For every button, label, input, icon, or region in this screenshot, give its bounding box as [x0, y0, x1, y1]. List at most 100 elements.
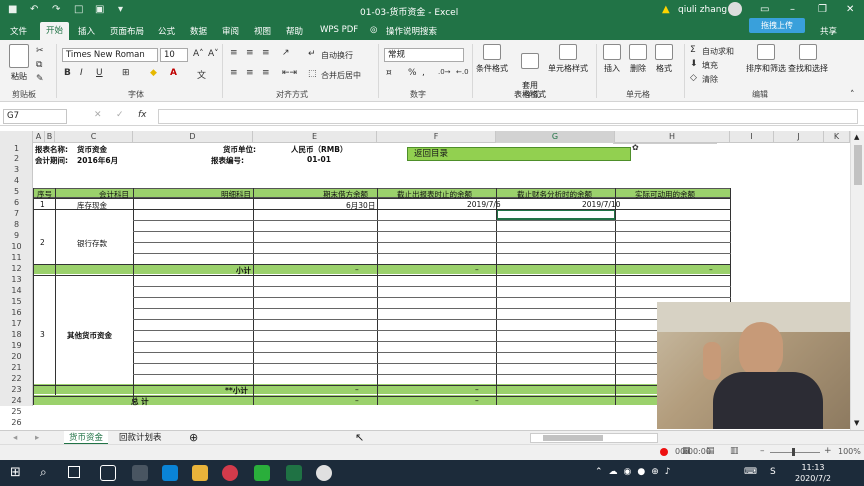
- zoom-slider[interactable]: [770, 452, 820, 453]
- column-header[interactable]: B: [45, 131, 55, 143]
- next-sheet-icon[interactable]: ▸: [30, 431, 44, 445]
- column-header[interactable]: K: [824, 131, 850, 143]
- row-header[interactable]: 3: [0, 165, 33, 175]
- column-header[interactable]: D: [133, 131, 253, 143]
- row-header[interactable]: 17: [0, 319, 33, 329]
- customize-qat-icon[interactable]: ▾: [118, 4, 123, 15]
- paste-button[interactable]: 粘贴: [6, 44, 32, 82]
- collapse-ribbon-icon[interactable]: ˄: [850, 90, 855, 100]
- row-header[interactable]: 18: [0, 330, 33, 340]
- row-header[interactable]: 26: [0, 418, 33, 428]
- row-header[interactable]: 4: [0, 176, 33, 186]
- back-to-index-button[interactable]: 返回目录: [407, 147, 631, 161]
- font-name-select[interactable]: Times New Roman: [62, 48, 158, 62]
- align-bottom-icon[interactable]: ≡: [262, 48, 270, 58]
- clock[interactable]: 11:13 2020/7/2: [795, 462, 831, 484]
- row-header[interactable]: 13: [0, 275, 33, 285]
- tab-wps-pdf[interactable]: WPS PDF: [320, 25, 358, 35]
- insert-function-icon[interactable]: fx: [138, 110, 147, 120]
- share-button[interactable]: 共享: [820, 25, 837, 37]
- page-break-icon[interactable]: ▤: [706, 446, 715, 456]
- zoom-slider-thumb[interactable]: [792, 448, 795, 456]
- align-middle-icon[interactable]: ≡: [246, 48, 254, 58]
- undo-icon[interactable]: ↶: [30, 4, 38, 15]
- record-icon[interactable]: [660, 448, 668, 456]
- close-icon[interactable]: ✕: [846, 4, 854, 15]
- recorder-icon[interactable]: [316, 465, 332, 481]
- horizontal-scroll-thumb[interactable]: [543, 435, 603, 441]
- decrease-decimal-icon[interactable]: ←.0: [456, 68, 469, 76]
- currency-icon[interactable]: ¤: [386, 68, 392, 78]
- cell-styles-button[interactable]: 单元格样式: [546, 44, 590, 74]
- align-top-icon[interactable]: ≡: [230, 48, 238, 58]
- row-header[interactable]: 2: [0, 154, 33, 164]
- sheet-tab-active[interactable]: 货币资金: [64, 431, 109, 445]
- row-header[interactable]: 15: [0, 297, 33, 307]
- comma-icon[interactable]: ,: [422, 68, 425, 78]
- underline-icon[interactable]: U: [96, 68, 103, 78]
- file-explorer-icon[interactable]: [192, 465, 208, 481]
- increase-decimal-icon[interactable]: .0→: [438, 68, 451, 76]
- edge-icon[interactable]: [162, 465, 178, 481]
- tab-data[interactable]: 数据: [190, 25, 207, 37]
- scroll-up-icon[interactable]: ▲: [854, 133, 859, 141]
- row-header[interactable]: 23: [0, 385, 33, 395]
- italic-icon[interactable]: I: [80, 68, 83, 78]
- tab-review[interactable]: 审阅: [222, 25, 239, 37]
- fill-icon[interactable]: ⬇: [690, 59, 698, 69]
- wechat-icon[interactable]: [254, 465, 270, 481]
- cut-icon[interactable]: ✂: [36, 46, 44, 56]
- autosum-icon[interactable]: Σ: [690, 45, 696, 55]
- row-header[interactable]: 1: [0, 144, 33, 154]
- fill-color-icon[interactable]: ◆: [150, 68, 157, 78]
- tab-file[interactable]: 文件: [10, 25, 27, 37]
- windows-start-icon[interactable]: ⊞: [10, 465, 21, 480]
- delete-cells-button[interactable]: 删除: [626, 44, 650, 74]
- tab-formulas[interactable]: 公式: [158, 25, 175, 37]
- column-header[interactable]: I: [730, 131, 774, 143]
- new-file-icon[interactable]: □: [74, 4, 83, 15]
- sort-filter-button[interactable]: 排序和筛选: [746, 44, 786, 74]
- column-header[interactable]: F: [377, 131, 496, 143]
- align-right-icon[interactable]: ≡: [262, 68, 270, 78]
- restore-icon[interactable]: ❐: [818, 4, 827, 15]
- row-header[interactable]: 6: [0, 198, 33, 208]
- system-tray-icons[interactable]: ⌃☁◉●⊕♪: [595, 467, 677, 477]
- tell-me-search[interactable]: 操作说明搜索: [386, 25, 437, 37]
- row-header[interactable]: 7: [0, 209, 33, 219]
- widgets-icon[interactable]: [100, 465, 116, 481]
- shrink-font-icon[interactable]: A˅: [208, 49, 219, 59]
- zoom-level[interactable]: 100%: [838, 447, 861, 456]
- zoom-out-icon[interactable]: –: [760, 446, 765, 456]
- row-header[interactable]: 10: [0, 242, 33, 252]
- column-header[interactable]: H: [615, 131, 730, 143]
- browser-icon[interactable]: [222, 465, 238, 481]
- fill-button[interactable]: 填充: [702, 60, 718, 71]
- store-icon[interactable]: [132, 465, 148, 481]
- tab-page-layout[interactable]: 页面布局: [110, 25, 144, 37]
- name-box[interactable]: G7: [3, 109, 67, 124]
- number-format-select[interactable]: 常规: [384, 48, 464, 62]
- copy-icon[interactable]: ⧉: [36, 60, 42, 70]
- avatar[interactable]: [728, 2, 742, 16]
- row-header[interactable]: 9: [0, 231, 33, 241]
- column-header[interactable]: J: [774, 131, 824, 143]
- cancel-icon[interactable]: ✕: [94, 110, 102, 120]
- wrap-text-button[interactable]: 自动换行: [321, 50, 353, 61]
- enter-icon[interactable]: ✓: [116, 110, 124, 120]
- clear-button[interactable]: 清除: [702, 74, 718, 85]
- select-all-corner[interactable]: [0, 131, 33, 143]
- row-header[interactable]: 16: [0, 308, 33, 318]
- wps-toolbar-icons[interactable]: 五 ☽ • ⌨ ♦ ✿: [632, 143, 716, 152]
- font-color-icon[interactable]: A: [170, 68, 177, 78]
- zoom-in-icon[interactable]: +: [824, 446, 832, 456]
- selected-cell[interactable]: [496, 209, 616, 220]
- bold-icon[interactable]: B: [64, 68, 71, 78]
- add-sheet-icon[interactable]: ⊕: [184, 431, 203, 445]
- format-cells-button[interactable]: 格式: [652, 44, 676, 74]
- autosum-button[interactable]: 自动求和: [702, 46, 734, 57]
- row-header[interactable]: 22: [0, 374, 33, 384]
- scroll-down-icon[interactable]: ▼: [854, 419, 859, 427]
- conditional-format-button[interactable]: 条件格式: [474, 44, 510, 74]
- ime-icon[interactable]: S: [770, 467, 776, 477]
